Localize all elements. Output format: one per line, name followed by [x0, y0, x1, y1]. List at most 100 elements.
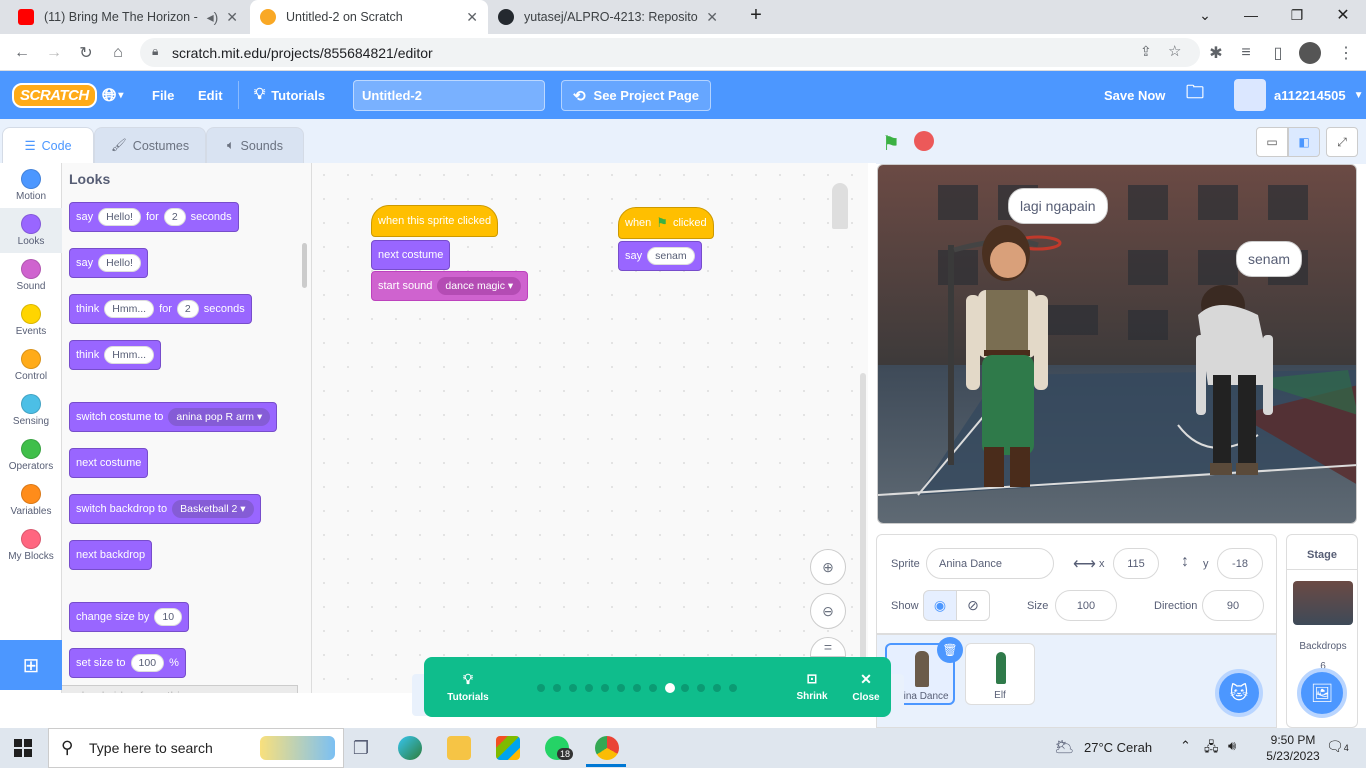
file-explorer-icon[interactable] [447, 736, 471, 760]
side-panel-icon[interactable]: ▯ [1266, 41, 1290, 65]
category-operators[interactable]: Operators [0, 433, 62, 478]
block-input[interactable]: 100 [130, 654, 165, 672]
tutorial-step-dot-current[interactable] [665, 683, 675, 693]
url-field[interactable]: 🔒︎ scratch.mit.edu/projects/855684821/ed… [140, 38, 1200, 67]
close-tab-icon[interactable]: ✕ [706, 9, 718, 26]
block-say-for-seconds[interactable]: say Hello! for 2 seconds [69, 202, 239, 232]
menu-file[interactable]: File [152, 71, 174, 119]
show-visible-button[interactable]: ◉ [923, 590, 957, 621]
windows-start-icon[interactable] [14, 739, 32, 757]
block-think[interactable]: think Hmm... [69, 340, 162, 370]
see-project-page-button[interactable]: ⟲ See Project Page [561, 80, 711, 111]
hide-button[interactable]: ⊘ [956, 590, 990, 621]
window-close-button[interactable]: ✕ [1320, 0, 1366, 30]
project-title-input[interactable]: Untitled-2 [353, 80, 545, 111]
block-input[interactable]: Hello! [98, 208, 141, 226]
close-tutorial-button[interactable]: ✕ Close [848, 671, 884, 703]
forward-icon[interactable]: → [42, 41, 66, 65]
menu-edit[interactable]: Edit [198, 71, 223, 119]
tutorial-step-dot[interactable] [729, 684, 737, 692]
restore-button[interactable]: ❐ [1274, 0, 1320, 30]
clock[interactable]: 9:50 PM 5/23/2023 [1258, 732, 1328, 764]
zoom-in-button[interactable]: ⊕ [810, 549, 846, 585]
green-flag-button[interactable]: ⚑ [882, 131, 900, 156]
block-input[interactable]: 10 [154, 608, 183, 626]
size-field[interactable]: 100 [1055, 590, 1117, 621]
y-position-field[interactable]: -18 [1217, 548, 1263, 579]
edge-icon[interactable] [398, 736, 422, 760]
block-think-for-seconds[interactable]: think Hmm... for 2 seconds [69, 294, 252, 324]
language-globe-icon[interactable]: 🌐︎ ▾ [102, 71, 123, 119]
fullscreen-button[interactable]: ⤢ [1326, 127, 1358, 157]
block-input[interactable]: Hello! [98, 254, 141, 272]
backdrop-dropdown[interactable]: Basketball 2 ▾ [172, 500, 254, 518]
block-input[interactable]: 2 [176, 300, 199, 318]
lock-icon[interactable]: 🔒︎ [152, 44, 158, 59]
normal-stage-button[interactable]: ◧ [1288, 127, 1320, 157]
block-next-costume[interactable]: next costume [371, 240, 451, 270]
reading-list-icon[interactable]: ≡ [1234, 41, 1258, 65]
x-position-field[interactable]: 115 [1113, 548, 1159, 579]
block-next-backdrop[interactable]: next backdrop [69, 540, 153, 570]
category-motion[interactable]: Motion [0, 163, 62, 208]
hat-when-flag-clicked[interactable]: when ⚑ clicked [618, 207, 714, 239]
block-switch-backdrop[interactable]: switch backdrop to Basketball 2 ▾ [69, 494, 261, 524]
weather-text[interactable]: 27°C Cerah [1084, 740, 1152, 755]
notification-icon[interactable]: 🗨︎4 [1326, 738, 1349, 755]
browser-tab-youtube[interactable]: (11) Bring Me The Horizon - ◂) ✕ [8, 0, 248, 34]
sprite-name-field[interactable]: Anina Dance [926, 548, 1054, 579]
profile-avatar[interactable] [1299, 42, 1321, 64]
menu-tutorials[interactable]: 💡︎ Tutorials [254, 71, 325, 119]
close-tab-icon[interactable]: ✕ [466, 9, 478, 26]
block-next-costume[interactable]: next costume [69, 448, 149, 478]
back-icon[interactable]: ← [10, 41, 34, 65]
tutorial-step-dot[interactable] [553, 684, 561, 692]
hat-when-sprite-clicked[interactable]: when this sprite clicked [371, 205, 499, 237]
block-set-size[interactable]: set size to 100 % [69, 648, 186, 678]
whatsapp-icon[interactable]: 18 [545, 736, 574, 760]
stage-canvas[interactable]: lagi ngapain senam [877, 164, 1357, 524]
category-my-blocks[interactable]: My Blocks [0, 523, 62, 568]
browser-tab-scratch[interactable]: Untitled-2 on Scratch ✕ [250, 0, 488, 34]
tutorial-step-dot[interactable] [617, 684, 625, 692]
minimize-button[interactable]: — [1228, 0, 1274, 30]
save-now-button[interactable]: Save Now [1104, 71, 1165, 119]
stop-button[interactable] [914, 131, 934, 151]
extensions-icon[interactable]: ✱ [1204, 41, 1228, 65]
block-switch-costume[interactable]: switch costume to anina pop R arm ▾ [69, 402, 278, 432]
tutorial-step-dot[interactable] [681, 684, 689, 692]
category-events[interactable]: Events [0, 298, 62, 343]
bookmark-star-icon[interactable]: ☆ [1168, 42, 1181, 60]
costume-dropdown[interactable]: anina pop R arm ▾ [168, 408, 271, 426]
block-change-size[interactable]: change size by 10 [69, 602, 190, 632]
task-view-icon[interactable]: ❐ [349, 736, 373, 760]
tutorial-step-dot[interactable] [585, 684, 593, 692]
volume-icon[interactable]: 🔊︎ [1228, 738, 1236, 754]
palette-scrollbar[interactable] [302, 243, 307, 288]
block-say[interactable]: say senam [618, 241, 702, 271]
choose-backdrop-button[interactable]: 🖼︎ [1297, 668, 1347, 718]
tab-costumes[interactable]: 🖌︎ Costumes [94, 127, 206, 163]
category-sensing[interactable]: Sensing [0, 388, 62, 433]
browser-menu-icon[interactable]: ⋮ [1334, 41, 1358, 65]
category-variables[interactable]: Variables [0, 478, 62, 523]
browser-tab-github[interactable]: yutasej/ALPRO-4213: Repository ✕ [488, 0, 728, 34]
scratch-logo[interactable]: SCRATCH [12, 71, 97, 119]
script-workspace[interactable]: when this sprite clicked next costume st… [312, 163, 868, 693]
my-stuff-folder-icon[interactable]: 🗀 [1186, 71, 1204, 119]
tutorial-step-dot[interactable] [649, 684, 657, 692]
share-icon[interactable]: ⇪ [1140, 43, 1152, 60]
tutorial-step-dot[interactable] [697, 684, 705, 692]
home-icon[interactable]: ⌂ [106, 41, 130, 65]
close-tab-icon[interactable]: ✕ [226, 9, 238, 26]
reload-icon[interactable]: ↻ [74, 41, 98, 65]
tutorial-step-dot[interactable] [537, 684, 545, 692]
small-stage-button[interactable]: ▭ [1256, 127, 1288, 157]
mute-icon[interactable]: ◂) [207, 9, 219, 26]
direction-field[interactable]: 90 [1202, 590, 1264, 621]
chrome-icon[interactable] [595, 736, 619, 760]
add-extension-button[interactable]: ⊞ [0, 640, 62, 690]
block-say[interactable]: say Hello! [69, 248, 148, 278]
tab-search-icon[interactable]: ⌄ [1182, 0, 1228, 30]
workspace-scrollbar[interactable] [860, 373, 866, 693]
